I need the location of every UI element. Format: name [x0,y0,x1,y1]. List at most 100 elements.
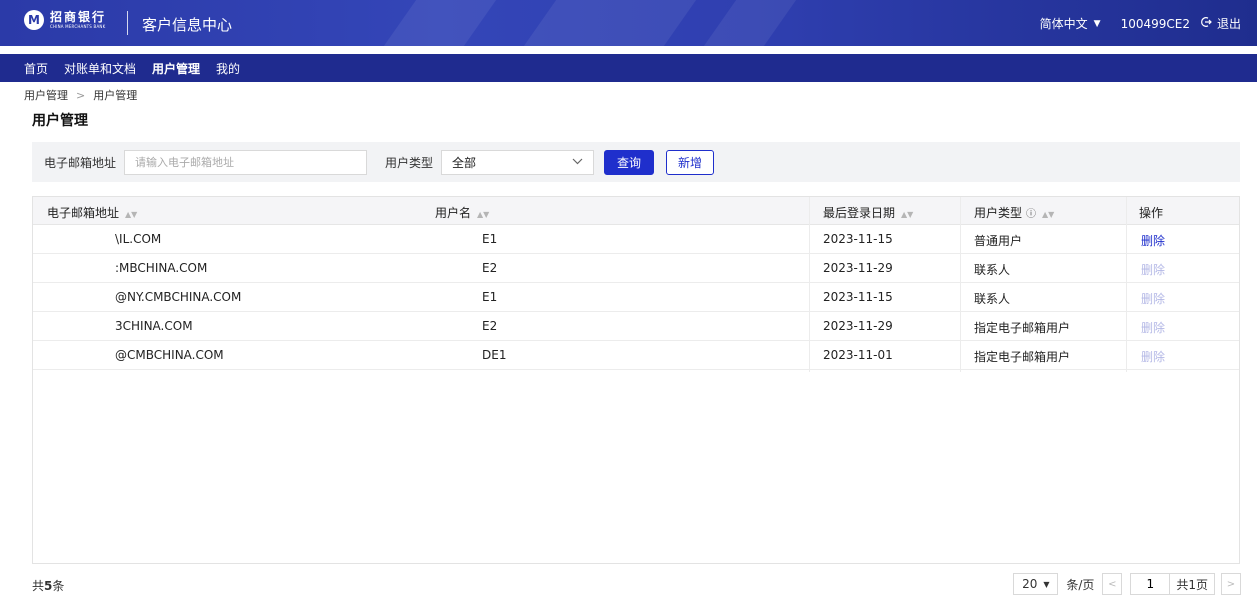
page-number-input[interactable] [1130,573,1171,595]
column-header-label: 最后登录日期 [823,206,896,220]
email-filter-label: 电子邮箱地址 [44,155,117,170]
sort-icon[interactable]: ▲▼ [1042,210,1054,219]
logo-en: CHINA MERCHANTS BANK [50,24,106,29]
nav-item-user-management[interactable]: 用户管理 [152,60,200,77]
cell-user-type: 联系人 [974,292,1011,306]
logout-button[interactable]: 退出 [1200,15,1241,32]
user-table: 电子邮箱地址 ▲▼ 用户名 ▲▼ 最后登录日期 ▲▼ 用户类型 ⓘ ▲▼ 操作 \IL.C… [32,196,1240,564]
cell-username: E2 [482,319,498,333]
nav-item-home[interactable]: 首页 [24,60,48,77]
sort-icon[interactable]: ▲▼ [477,210,489,219]
column-header-action: 操作 [1139,206,1164,220]
user-type-select[interactable]: 全部 [441,149,595,175]
cell-email: \IL.COM [115,232,162,246]
cell-username: E1 [482,290,498,304]
table-header: 电子邮箱地址 ▲▼ 用户名 ▲▼ 最后登录日期 ▲▼ 用户类型 ⓘ ▲▼ 操作 [33,197,1239,225]
header-decoration [383,0,497,46]
chevron-right-icon: > [1226,578,1236,590]
user-id: 100499CE2 [1120,16,1190,31]
delete-link: 删除 [1141,263,1166,277]
next-page-button[interactable]: > [1221,573,1241,595]
page-size-select[interactable]: 20 ▼ [1013,573,1059,595]
cell-username: E1 [482,232,498,246]
breadcrumb-parent[interactable]: 用户管理 [24,87,68,103]
logo-text: 招商银行 CHINA MERCHANTS BANK [50,11,106,29]
help-circle-icon[interactable]: ⓘ [1026,209,1036,220]
cell-user-type: 普通用户 [974,234,1023,248]
breadcrumb-current: 用户管理 [93,89,138,102]
column-divider [960,197,961,372]
caret-down-icon: ▼ [1043,579,1050,589]
page-title: 用户管理 [32,113,88,129]
bank-logo[interactable]: M 招商银行 CHINA MERCHANTS BANK [24,10,106,30]
prev-page-button[interactable]: < [1102,573,1123,595]
add-user-button[interactable]: 新增 [666,149,715,175]
chevron-down-icon [572,157,583,168]
cell-email: 3CHINA.COM [115,319,193,333]
cmb-logo-icon: M [24,10,44,30]
cell-user-type: 联系人 [974,263,1011,277]
logo-cn: 招商银行 [50,10,107,24]
cell-last-login: 2023-11-29 [823,319,893,333]
cell-email: :MBCHINA.COM [115,261,208,275]
total-suffix: 条 [52,579,65,593]
column-header-label: 用户类型 [974,206,1023,220]
delete-link: 删除 [1141,292,1166,306]
column-header-last-login[interactable]: 最后登录日期 ▲▼ [823,204,913,221]
header-actions: 简体中文 ▼ 100499CE2 退出 [1040,15,1241,32]
cell-last-login: 2023-11-15 [823,232,893,246]
column-header-user-type[interactable]: 用户类型 ⓘ ▲▼ [974,204,1054,221]
nav-item-mine[interactable]: 我的 [216,60,240,77]
cell-username: DE1 [482,348,507,362]
user-type-filter-label: 用户类型 [385,155,434,170]
caret-down-icon: ▼ [1093,18,1101,29]
total-pages: 共1页 [1170,573,1215,595]
breadcrumb-separator: > [76,88,86,102]
user-type-selected: 全部 [452,155,477,170]
column-divider [1126,197,1127,372]
column-header-label: 电子邮箱地址 [47,206,120,220]
cell-last-login: 2023-11-01 [823,348,893,362]
table-row: :MBCHINA.COM E2 2023-11-29 联系人 删除 [33,254,1239,283]
cell-email: @CMBCHINA.COM [115,348,224,362]
app-title: 客户信息中心 [142,16,233,34]
table-row: @CMBCHINA.COM DE1 2023-11-01 指定电子邮箱用户 删除 [33,341,1239,370]
logout-label: 退出 [1216,17,1241,31]
header-decoration [523,0,697,46]
per-page-label: 条/页 [1066,577,1095,592]
cell-username: E2 [482,261,498,275]
delete-link[interactable]: 删除 [1141,232,1165,249]
language-switcher[interactable]: 简体中文 ▼ [1040,15,1101,32]
pagination: 20 ▼ 条/页 < 共1页 > [1013,573,1241,595]
column-divider [809,197,810,372]
cell-email: @NY.CMBCHINA.COM [115,290,242,304]
header-decoration [703,0,797,46]
email-search-input[interactable] [124,149,368,175]
cell-last-login: 2023-11-15 [823,290,893,304]
delete-link: 删除 [1141,321,1166,335]
delete-link: 删除 [1141,350,1166,364]
total-count: 共5条 [32,577,64,594]
page-size-value: 20 [1022,577,1038,591]
sort-icon[interactable]: ▲▼ [901,210,913,219]
table-row: 3CHINA.COM E2 2023-11-29 指定电子邮箱用户 删除 [33,312,1239,341]
sort-icon[interactable]: ▲▼ [125,210,137,219]
table-row: \IL.COM E1 2023-11-15 普通用户 删除 [33,225,1239,254]
table-row: @NY.CMBCHINA.COM E1 2023-11-15 联系人 删除 [33,283,1239,312]
cell-last-login: 2023-11-29 [823,261,893,275]
query-button[interactable]: 查询 [604,149,655,175]
top-header: M 招商银行 CHINA MERCHANTS BANK 客户信息中心 简体中文 … [0,0,1257,46]
cell-user-type: 指定电子邮箱用户 [974,321,1071,335]
cell-user-type: 指定电子邮箱用户 [974,350,1071,364]
column-header-label: 用户名 [435,206,472,220]
filter-bar: 电子邮箱地址 用户类型 全部 查询 新增 [32,142,1240,182]
breadcrumb: 用户管理 > 用户管理 [24,87,137,103]
total-prefix: 共 [32,579,45,593]
main-nav: 首页 对账单和文档 用户管理 我的 [0,54,1257,82]
logo-divider [127,11,128,35]
column-header-email[interactable]: 电子邮箱地址 ▲▼ [47,204,137,221]
nav-item-statements[interactable]: 对账单和文档 [64,60,136,77]
column-header-username[interactable]: 用户名 ▲▼ [435,204,489,221]
language-label: 简体中文 [1039,17,1088,31]
logout-icon [1200,16,1212,31]
